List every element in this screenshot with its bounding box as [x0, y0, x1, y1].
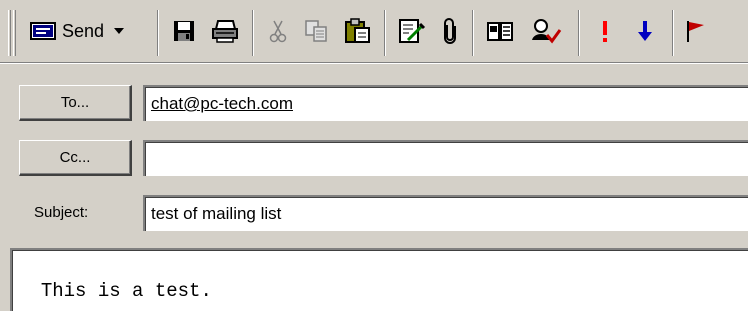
- flag-icon: [684, 19, 708, 43]
- send-button[interactable]: Send: [30, 12, 148, 50]
- subject-field[interactable]: test of mailing list: [143, 195, 748, 231]
- toolbar-grip[interactable]: [8, 10, 11, 56]
- cc-field[interactable]: [143, 140, 748, 176]
- cc-button-label: Cc...: [59, 149, 91, 166]
- to-field[interactable]: chat@pc-tech.com: [143, 85, 748, 121]
- copy-button[interactable]: [300, 12, 334, 50]
- check-names-icon: [530, 18, 562, 44]
- check-names-button[interactable]: [526, 12, 566, 50]
- paste-button[interactable]: [340, 12, 376, 50]
- toolbar-separator: [157, 10, 159, 56]
- cut-button[interactable]: [262, 12, 294, 50]
- print-icon: [211, 19, 239, 43]
- high-importance-icon: [600, 19, 610, 43]
- toolbar-separator: [384, 10, 386, 56]
- insert-file-icon: [398, 18, 426, 44]
- send-label: Send: [62, 20, 105, 41]
- to-field-value: chat@pc-tech.com: [151, 94, 293, 113]
- cut-icon: [268, 19, 288, 43]
- low-importance-icon: [636, 19, 654, 43]
- standard-toolbar: Send: [0, 0, 748, 62]
- toolbar-separator: [578, 10, 580, 56]
- subject-label: Subject:: [34, 204, 89, 221]
- low-importance-button[interactable]: [628, 12, 662, 50]
- paste-icon: [344, 18, 372, 44]
- toolbar-divider: [0, 62, 748, 64]
- toolbar-separator: [672, 10, 674, 56]
- cc-button[interactable]: Cc...: [19, 140, 132, 176]
- toolbar-grip-2[interactable]: [13, 10, 16, 56]
- toolbar-separator: [252, 10, 254, 56]
- to-button[interactable]: To...: [19, 85, 132, 121]
- attachment-button[interactable]: [436, 12, 464, 50]
- flag-button[interactable]: [680, 12, 712, 50]
- save-button[interactable]: [168, 12, 200, 50]
- copy-icon: [304, 19, 330, 43]
- subject-field-value: test of mailing list: [151, 204, 282, 223]
- print-button[interactable]: [207, 12, 243, 50]
- save-icon: [172, 19, 196, 43]
- message-body-text: This is a test.: [40, 280, 212, 302]
- attachment-icon: [442, 18, 458, 44]
- send-icon: [30, 20, 56, 42]
- address-book-icon: [486, 19, 514, 43]
- toolbar-separator: [472, 10, 474, 56]
- high-importance-button[interactable]: [590, 12, 620, 50]
- send-dropdown-arrow-icon[interactable]: [114, 28, 125, 34]
- address-book-button[interactable]: [482, 12, 518, 50]
- to-button-label: To...: [60, 94, 90, 111]
- insert-file-button[interactable]: [394, 12, 430, 50]
- message-body[interactable]: This is a test.: [10, 248, 748, 311]
